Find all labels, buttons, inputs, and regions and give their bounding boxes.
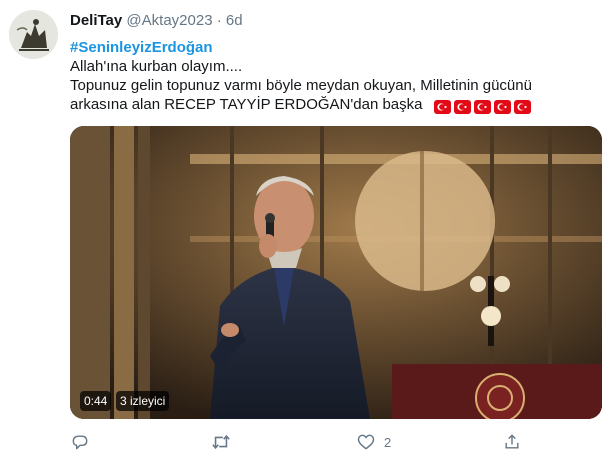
flag-emoji-group <box>431 97 531 116</box>
like-count: 2 <box>384 434 392 450</box>
video-player[interactable] <box>70 126 602 419</box>
handle[interactable]: @Aktay2023 <box>126 12 212 29</box>
tweet-body: #SeninleyizErdoğan Allah'ına kurban olay… <box>70 38 600 116</box>
share-icon <box>505 434 519 449</box>
turkey-flag-icon <box>453 100 471 115</box>
hashtag-link[interactable]: #SeninleyizErdoğan <box>70 38 600 57</box>
retweet-icon <box>212 434 230 450</box>
reply-button[interactable] <box>70 430 90 454</box>
turkey-flag-icon <box>433 100 451 115</box>
tweet-text-line-2: Topunuz gelin topunuz varmı böyle meydan… <box>70 77 532 94</box>
turkey-flag-icon <box>513 100 531 115</box>
tweet-header: DeliTay @Aktay2023 · 6d <box>70 12 243 29</box>
tweet-text-line-3-text: arkasına alan RECEP TAYYİP ERDOĞAN'dan b… <box>70 96 423 113</box>
share-button[interactable] <box>502 430 522 454</box>
like-button[interactable]: 2 <box>356 430 391 454</box>
turkey-flag-icon <box>493 100 511 115</box>
video-views-badge: 3 izleyici <box>116 391 170 411</box>
avatar-image <box>9 10 58 59</box>
heart-icon <box>357 434 375 450</box>
tweet-text-line-3: arkasına alan RECEP TAYYİP ERDOĞAN'dan b… <box>70 95 600 116</box>
tweet-actions: 2 <box>70 430 590 454</box>
tweet-text-line-1: Allah'ına kurban olayım.... <box>70 58 243 75</box>
timestamp[interactable]: 6d <box>226 12 243 29</box>
reply-icon <box>72 435 88 450</box>
video-duration-badge: 0:44 <box>80 391 112 411</box>
turkey-flag-icon <box>473 100 491 115</box>
display-name[interactable]: DeliTay <box>70 12 122 29</box>
separator: · <box>216 12 222 29</box>
retweet-button[interactable] <box>210 430 232 454</box>
video-frame <box>70 126 602 419</box>
avatar[interactable] <box>9 10 58 59</box>
